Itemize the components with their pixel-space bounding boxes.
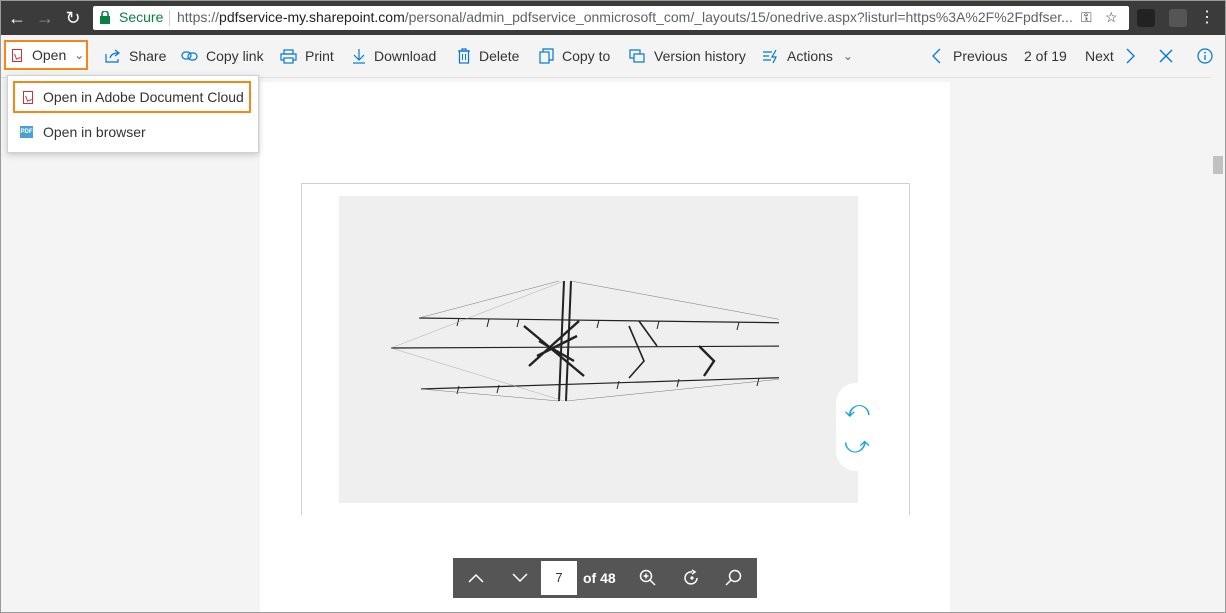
next-label: Next: [1085, 48, 1114, 64]
extension-icon[interactable]: [1137, 9, 1155, 27]
next-page-button[interactable]: [507, 558, 533, 598]
zoom-in-icon: [639, 569, 656, 586]
menu-item-label: Open in Adobe Document Cloud: [43, 89, 244, 105]
key-icon[interactable]: ⚿: [1081, 9, 1092, 26]
position-counter: 2 of 19: [1024, 35, 1067, 77]
page-navigation: 7 of 48: [453, 558, 757, 598]
share-icon: [105, 49, 121, 63]
chevron-down-icon: [512, 573, 528, 583]
share-button[interactable]: Share: [105, 35, 166, 77]
app-window: ← → ↻ Secure https://pdfservice-my.share…: [0, 0, 1226, 613]
vertical-scrollbar[interactable]: [1211, 77, 1225, 612]
open-label: Open: [32, 47, 67, 63]
document-viewer: ⤺ ⤻: [1, 78, 1211, 612]
actions-button[interactable]: Actions ⌄: [762, 35, 853, 77]
pdf-file-icon: PDF: [20, 126, 33, 138]
info-icon: [1197, 48, 1213, 64]
pdf-icon: [23, 90, 33, 104]
zoom-in-button[interactable]: [637, 558, 659, 598]
copy-to-button[interactable]: Copy to: [539, 35, 610, 77]
lock-icon: [100, 11, 110, 24]
printer-icon: [280, 48, 297, 64]
copy-icon: [539, 48, 554, 64]
position-label: 2 of 19: [1024, 48, 1067, 64]
previous-button[interactable]: Previous: [932, 35, 1007, 77]
pdf-icon: [12, 48, 22, 62]
pocket-icon[interactable]: [1169, 9, 1187, 27]
menu-dots-icon[interactable]: ⋮: [1197, 8, 1217, 28]
close-icon: [1159, 49, 1173, 63]
download-label: Download: [374, 48, 437, 64]
search-icon: [725, 569, 742, 586]
chevron-down-icon: ⌄: [842, 49, 853, 63]
previous-label: Previous: [953, 48, 1008, 64]
open-button[interactable]: Open ⌄: [4, 40, 88, 70]
transmission-tower-photo: [339, 196, 858, 503]
scrollbar-thumb[interactable]: [1213, 156, 1223, 174]
chevron-left-icon: [932, 48, 941, 64]
open-in-browser[interactable]: PDF Open in browser: [14, 116, 146, 148]
back-arrow-icon[interactable]: ←: [7, 8, 27, 28]
version-history-label: Version history: [654, 48, 746, 64]
url-text[interactable]: https://pdfservice-my.sharepoint.com/per…: [177, 9, 1077, 25]
page-total: of 48: [583, 570, 616, 586]
print-label: Print: [305, 48, 334, 64]
delete-button[interactable]: Delete: [457, 35, 519, 77]
flow-icon: [762, 49, 779, 64]
browser-toolbar: ← → ↻ Secure https://pdfservice-my.share…: [1, 1, 1225, 35]
slide-frame: [301, 183, 910, 515]
url-scheme: https://: [177, 9, 220, 25]
chevron-right-icon: [1126, 48, 1135, 64]
delete-label: Delete: [479, 48, 520, 64]
previous-page-button[interactable]: [463, 558, 489, 598]
reset-zoom-icon: [684, 569, 698, 585]
print-button[interactable]: Print: [280, 35, 334, 77]
url-path: /personal/admin_pdfservice_onmicrosoft_c…: [404, 9, 1073, 25]
copy-to-label: Copy to: [562, 48, 611, 64]
next-button[interactable]: Next: [1085, 35, 1135, 77]
reload-icon[interactable]: ↻: [63, 8, 83, 28]
secure-label: Secure: [119, 9, 164, 25]
star-icon[interactable]: ☆: [1105, 9, 1118, 26]
rotate-left-icon[interactable]: ⤺: [844, 397, 870, 423]
download-button[interactable]: Download: [352, 35, 436, 77]
url-host: pdfservice-my.sharepoint.com: [219, 9, 405, 25]
rotate-controls: ⤺ ⤻: [836, 383, 876, 471]
address-bar[interactable]: Secure https://pdfservice-my.sharepoint.…: [93, 6, 1129, 30]
chevron-down-icon: ⌄: [74, 48, 85, 62]
rotate-right-icon[interactable]: ⤻: [844, 433, 870, 459]
download-icon: [352, 48, 366, 64]
actions-label: Actions: [787, 48, 833, 64]
page-number-input[interactable]: 7: [541, 561, 577, 595]
zoom-out-button[interactable]: [723, 558, 745, 598]
copy-link-label: Copy link: [206, 48, 264, 64]
command-bar: Open ⌄ Share Copy link Print Download De…: [1, 35, 1225, 78]
open-in-adobe-document-cloud[interactable]: Open in Adobe Document Cloud: [13, 81, 251, 113]
close-button[interactable]: [1159, 35, 1173, 77]
document-page: [260, 82, 950, 612]
trash-icon: [457, 48, 471, 64]
version-history-icon: [629, 48, 646, 64]
menu-item-label: Open in browser: [43, 124, 146, 140]
copy-link-button[interactable]: Copy link: [181, 35, 264, 77]
info-button[interactable]: [1197, 35, 1213, 77]
omnibox-divider: [169, 10, 170, 26]
open-menu: Open in Adobe Document Cloud PDF Open in…: [7, 75, 259, 153]
reset-zoom-button[interactable]: [681, 558, 703, 598]
version-history-button[interactable]: Version history: [629, 35, 746, 77]
share-label: Share: [129, 48, 167, 64]
link-icon: [181, 50, 198, 62]
chevron-up-icon: [468, 573, 484, 583]
forward-arrow-icon[interactable]: →: [35, 8, 55, 28]
